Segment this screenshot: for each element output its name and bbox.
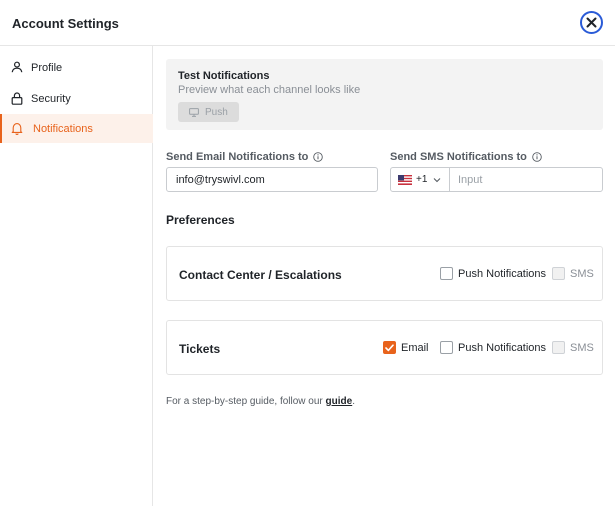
push-notifications-checkbox[interactable] xyxy=(440,267,453,280)
preference-card-contact-center: Contact Center / Escalations Push Notifi… xyxy=(166,246,603,301)
sidebar-item-profile[interactable]: Profile xyxy=(0,53,153,82)
preferences-heading: Preferences xyxy=(166,213,235,227)
close-icon xyxy=(586,17,597,28)
guide-link[interactable]: guide xyxy=(326,396,353,407)
test-notifications-title: Test Notifications xyxy=(178,70,270,82)
test-notifications-subtitle: Preview what each channel looks like xyxy=(178,84,361,96)
guide-text: For a step-by-step guide, follow our gui… xyxy=(166,396,355,407)
lock-icon xyxy=(10,91,24,105)
test-notifications-panel: Test Notifications Preview what each cha… xyxy=(166,59,603,130)
sidebar-item-notifications[interactable]: Notifications xyxy=(0,114,153,143)
chevron-down-icon xyxy=(433,177,441,183)
sms-field-label: Send SMS Notifications to xyxy=(390,151,542,163)
info-icon[interactable] xyxy=(532,152,542,162)
us-flag-icon xyxy=(398,174,412,185)
monitor-icon xyxy=(189,107,199,117)
sidebar-item-security[interactable]: Security xyxy=(0,84,153,113)
email-field[interactable] xyxy=(166,167,378,192)
bell-icon xyxy=(10,121,24,135)
email-label: Email xyxy=(401,342,429,354)
modal-title: Account Settings xyxy=(12,16,119,31)
test-push-button[interactable]: Push xyxy=(178,102,239,122)
email-field-label-text: Send Email Notifications to xyxy=(166,151,309,163)
sms-label: SMS xyxy=(570,268,594,280)
checkmark-icon xyxy=(385,343,394,352)
modal-header: Account Settings xyxy=(0,0,615,46)
country-code-value: +1 xyxy=(416,174,428,185)
sms-label: SMS xyxy=(570,342,594,354)
test-push-button-label: Push xyxy=(205,106,228,118)
sms-field-label-text: Send SMS Notifications to xyxy=(390,151,527,163)
close-button[interactable] xyxy=(580,11,603,34)
settings-sidebar: Profile Security Notifications xyxy=(0,46,153,506)
email-checkbox[interactable] xyxy=(383,341,396,354)
sidebar-item-label: Notifications xyxy=(33,122,93,135)
preference-card-title: Contact Center / Escalations xyxy=(179,268,342,282)
sms-phone-field: +1 xyxy=(390,167,603,192)
sidebar-item-label: Security xyxy=(31,92,71,105)
user-icon xyxy=(10,60,24,74)
guide-suffix: . xyxy=(352,396,355,407)
phone-number-input[interactable] xyxy=(450,168,602,191)
preference-card-title: Tickets xyxy=(179,342,221,356)
info-icon[interactable] xyxy=(313,152,324,162)
guide-prefix: For a step-by-step guide, follow our xyxy=(166,396,326,407)
email-field-label: Send Email Notifications to xyxy=(166,151,324,163)
push-notifications-checkbox[interactable] xyxy=(440,341,453,354)
preference-card-tickets: Tickets Email Push Notifications SMS xyxy=(166,320,603,375)
push-notifications-label: Push Notifications xyxy=(458,342,547,354)
country-code-select[interactable]: +1 xyxy=(391,168,450,191)
push-notifications-label: Push Notifications xyxy=(458,268,547,280)
sidebar-item-label: Profile xyxy=(31,61,63,74)
sms-checkbox[interactable] xyxy=(552,341,565,354)
sms-checkbox[interactable] xyxy=(552,267,565,280)
